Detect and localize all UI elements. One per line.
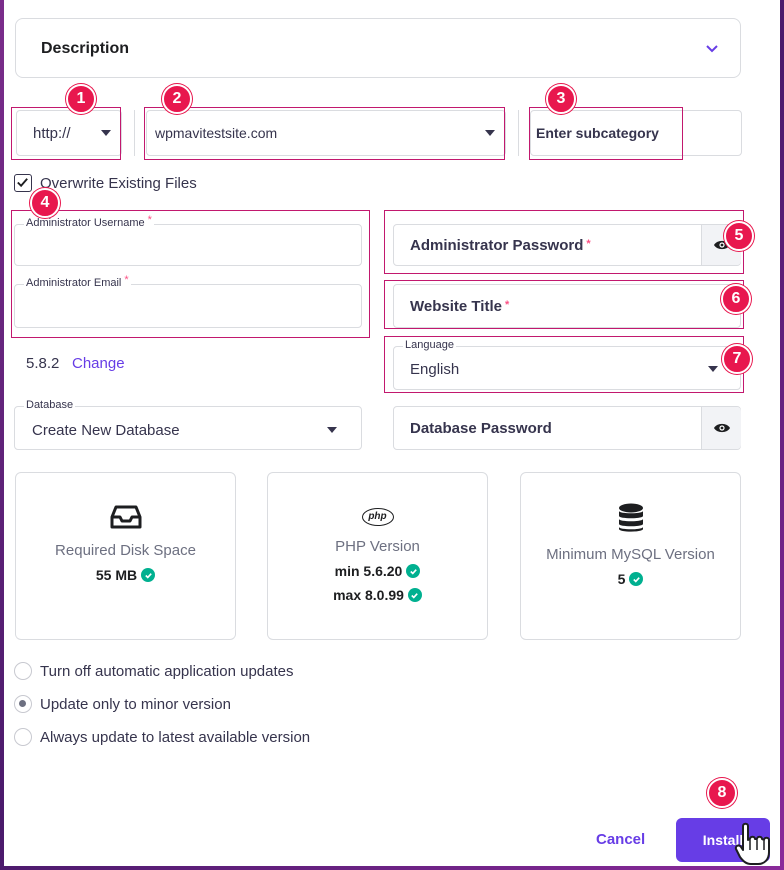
radio-minor-version[interactable]	[14, 695, 32, 713]
php-version-title: PHP Version	[335, 538, 420, 555]
php-max-version: max 8.0.99	[268, 587, 487, 603]
radio-latest-version-label: Always update to latest available versio…	[40, 729, 311, 746]
radio-selected-dot	[19, 700, 26, 707]
database-password-input[interactable]: Database Password	[393, 406, 741, 450]
highlight-domain	[144, 107, 505, 160]
disk-space-value: 55 MB	[16, 567, 235, 583]
chevron-down-icon	[327, 427, 337, 433]
step-badge-2: 2	[162, 84, 192, 114]
step-badge-5: 5	[724, 221, 754, 251]
chevron-down-icon	[706, 45, 718, 53]
install-form: Description http:// wpmavitestsite.com E…	[4, 0, 780, 866]
highlight-website-title	[384, 280, 744, 329]
php-icon: php	[361, 508, 394, 526]
database-icon	[618, 503, 643, 532]
description-title: Description	[41, 40, 130, 57]
highlight-subcategory	[529, 107, 683, 160]
overwrite-checkbox[interactable]	[14, 174, 32, 192]
mysql-version-title: Minimum MySQL Version	[546, 546, 715, 563]
step-badge-7: 7	[722, 344, 752, 374]
database-value: Create New Database	[32, 422, 180, 439]
domain-divider	[518, 110, 519, 156]
step-badge-1: 1	[66, 84, 96, 114]
mysql-version-value: 5	[521, 571, 740, 587]
description-accordion[interactable]: Description	[15, 18, 741, 78]
change-version-link[interactable]: Change	[72, 355, 125, 372]
disk-space-title: Required Disk Space	[55, 542, 196, 559]
wordpress-version: 5.8.2	[26, 355, 60, 372]
radio-minor-version-label: Update only to minor version	[40, 696, 231, 713]
check-icon	[17, 178, 28, 188]
php-version-card: php PHP Version min 5.6.20 max 8.0.99	[267, 472, 488, 640]
radio-latest-version[interactable]	[14, 728, 32, 746]
step-badge-6: 6	[721, 284, 751, 314]
show-db-password-toggle[interactable]	[701, 407, 741, 449]
cancel-button[interactable]: Cancel	[596, 831, 645, 848]
radio-turn-off-updates-label: Turn off automatic application updates	[40, 663, 294, 680]
highlight-admin-user	[11, 210, 370, 338]
database-password-placeholder: Database Password	[410, 420, 552, 437]
mysql-version-card: Minimum MySQL Version 5	[520, 472, 741, 640]
highlight-language	[384, 336, 744, 393]
check-circle-icon	[406, 564, 421, 578]
check-circle-icon	[407, 588, 422, 602]
protocol-divider	[134, 110, 135, 156]
database-select[interactable]: Create New Database	[14, 406, 362, 450]
php-min-version: min 5.6.20	[268, 563, 487, 579]
overwrite-label: Overwrite Existing Files	[40, 175, 197, 192]
eye-icon	[713, 423, 730, 433]
step-badge-8: 8	[707, 778, 737, 808]
radio-turn-off-updates[interactable]	[14, 662, 32, 680]
disk-space-card: Required Disk Space 55 MB	[15, 472, 236, 640]
step-badge-3: 3	[546, 84, 576, 114]
step-badge-4: 4	[30, 188, 60, 218]
check-circle-icon	[141, 568, 156, 582]
highlight-protocol	[11, 107, 121, 160]
check-circle-icon	[629, 572, 644, 586]
inbox-icon	[110, 505, 141, 529]
database-label: Database	[24, 399, 76, 411]
highlight-admin-password	[384, 210, 744, 274]
hand-cursor-icon	[734, 822, 770, 865]
